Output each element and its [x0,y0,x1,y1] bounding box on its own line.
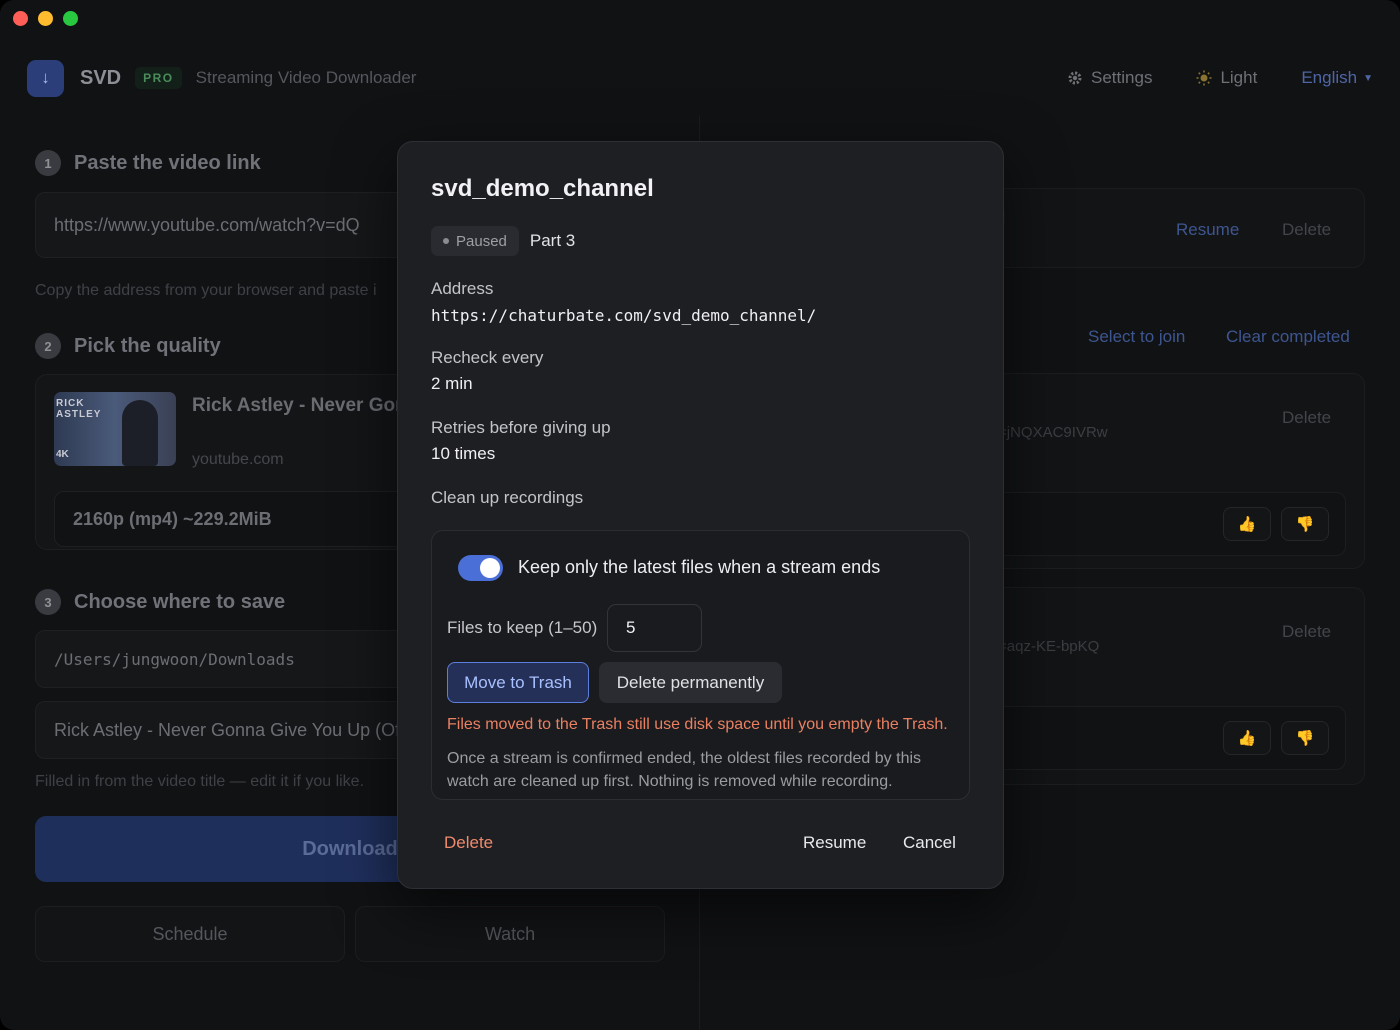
toggle-knob [480,558,500,578]
address-value: https://chaturbate.com/svd_demo_channel/ [431,306,817,325]
files-to-keep-input[interactable]: 5 [607,604,702,652]
part-label: Part 3 [529,231,576,250]
watch-settings-dialog: svd_demo_channel Paused Part 3 Address h… [397,141,1004,889]
zoom-window-button[interactable] [63,11,78,26]
retries-value: 10 times [431,444,496,463]
recheck-label: Recheck every [431,348,544,367]
cleanup-note-text: Once a stream is confirmed ended, the ol… [447,750,922,790]
trash-warning-text: Files moved to the Trash still use disk … [447,716,948,733]
status-row: Paused Part 3 [431,226,575,256]
window-controls [13,11,78,26]
status-text: Paused [456,232,507,250]
move-to-trash-option[interactable]: Move to Trash [447,662,589,703]
cancel-button[interactable]: Cancel [903,833,956,853]
delete-button[interactable]: Delete [444,833,493,853]
app-window: ↓ SVD PRO Streaming Video Downloader Set… [0,0,1400,1030]
close-window-button[interactable] [13,11,28,26]
cleanup-settings-box: Keep only the latest files when a stream… [431,530,970,800]
address-label: Address [431,279,494,298]
minimize-window-button[interactable] [38,11,53,26]
files-to-keep-label: Files to keep (1–50) [447,618,598,637]
keep-latest-toggle[interactable] [458,555,503,581]
delete-permanently-option[interactable]: Delete permanently [599,662,782,703]
keep-latest-label: Keep only the latest files when a stream… [518,557,881,577]
status-dot-icon [443,238,449,244]
cleanup-label: Clean up recordings [431,488,584,507]
status-badge: Paused [431,226,519,256]
retries-label: Retries before giving up [431,418,611,437]
files-to-keep-value: 5 [626,618,636,637]
resume-button[interactable]: Resume [803,833,866,853]
recheck-value: 2 min [431,374,473,393]
dialog-title: svd_demo_channel [431,175,654,202]
